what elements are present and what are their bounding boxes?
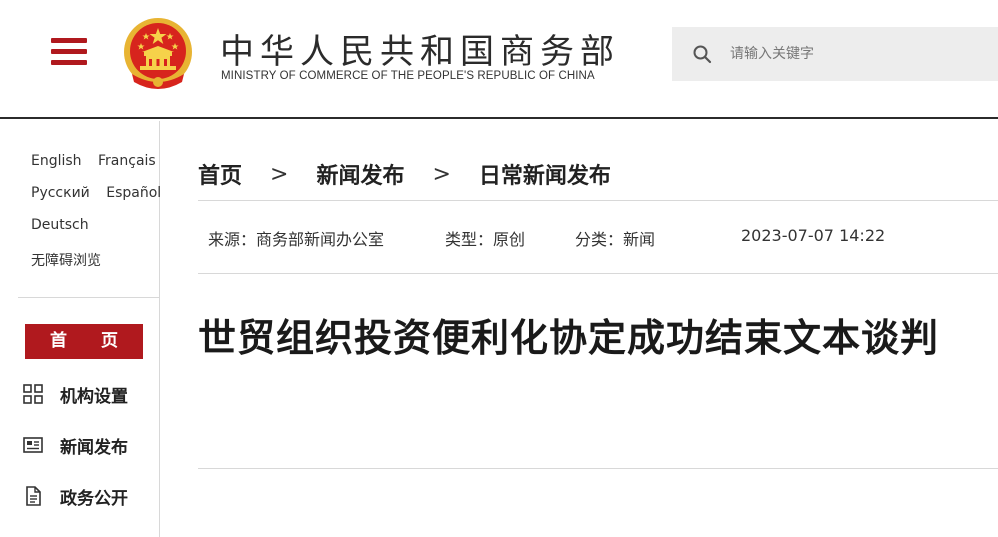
breadcrumb-divider [198,200,998,201]
lang-link-french[interactable]: Français [98,153,156,169]
accessibility-row: 无障碍浏览 [31,250,101,270]
news-icon [23,437,43,453]
sidebar-item-label: 新闻发布 [60,437,128,458]
lang-link-russian[interactable]: Русский [31,185,90,201]
article-category: 分类：新闻 [575,230,656,249]
site-subtitle: MINISTRY OF COMMERCE OF THE PEOPLE'S REP… [221,70,595,82]
hamburger-menu-icon[interactable] [51,38,87,66]
sidebar-item-label: 机构设置 [60,386,128,407]
site-title: 中华人民共和国商务部 [220,32,620,72]
breadcrumb-daily-news[interactable]: 日常新闻发布 [479,158,611,190]
sidebar-section-divider [18,297,159,298]
breadcrumb-home[interactable]: 首页 [198,158,242,190]
language-links-row3: Deutsch [31,217,89,233]
sidebar-item-news[interactable]: 新闻发布 [22,431,128,459]
home-nav-button[interactable]: 首 页 [25,324,143,359]
lang-link-english[interactable]: English [31,153,82,169]
sidebar-divider [159,121,160,537]
grid-icon [23,384,43,404]
article-source: 来源：商务部新闻办公室 [208,230,385,249]
sidebar-item-organization[interactable]: 机构设置 [22,380,128,408]
breadcrumb: 首页 > 新闻发布 > 日常新闻发布 [198,158,611,190]
lang-link-german[interactable]: Deutsch [31,217,89,233]
search-input[interactable] [730,39,980,69]
breadcrumb-separator: > [270,161,289,187]
lang-link-spanish[interactable]: Español [106,185,161,201]
title-divider [198,468,998,469]
article-type: 类型：原创 [445,230,526,249]
meta-divider [198,273,998,274]
search-icon[interactable] [692,44,712,64]
breadcrumb-news[interactable]: 新闻发布 [316,158,404,190]
site-header: 中华人民共和国商务部 MINISTRY OF COMMERCE OF THE P… [0,0,998,119]
document-icon [26,486,41,506]
article-title: 世贸组织投资便利化协定成功结束文本谈判 [198,316,940,360]
search-box[interactable] [672,27,998,81]
sidebar-item-government-affairs[interactable]: 政务公开 [22,482,128,510]
sidebar-item-label: 政务公开 [60,488,128,509]
language-links-row1: English Français [31,153,156,169]
language-links-row2: Русский Español [31,185,161,201]
article-datetime: 2023-07-07 14:22 [741,226,886,245]
national-emblem-icon[interactable] [122,16,194,92]
accessibility-link[interactable]: 无障碍浏览 [31,253,101,269]
breadcrumb-separator: > [432,161,451,187]
